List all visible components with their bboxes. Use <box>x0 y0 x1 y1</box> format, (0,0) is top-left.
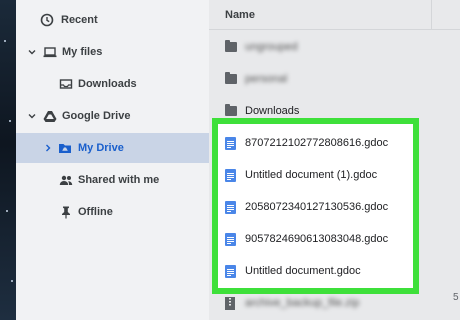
sidebar-item-google-drive[interactable]: Google Drive <box>16 101 209 131</box>
file-row[interactable]: Untitled document.gdoc <box>209 255 460 287</box>
sidebar-item-offline[interactable]: Offline <box>16 197 209 227</box>
chevron-down-icon[interactable] <box>27 111 37 121</box>
file-name: Downloads <box>245 105 300 117</box>
folder-icon <box>225 40 237 53</box>
column-divider[interactable] <box>431 0 432 30</box>
sidebar-item-label: My Drive <box>78 142 124 154</box>
file-row[interactable]: ungrouped <box>209 31 460 63</box>
pin-icon <box>59 205 73 219</box>
desktop-background <box>0 0 16 320</box>
people-icon <box>59 173 73 187</box>
file-size-cell: 5 <box>453 292 459 303</box>
sidebar-item-label: Offline <box>78 206 113 218</box>
chevron-down-icon[interactable] <box>27 47 37 57</box>
google-doc-icon <box>225 265 237 278</box>
file-name: 9057824690613083048.gdoc <box>245 233 389 245</box>
column-header: Name <box>209 0 460 30</box>
file-name: Untitled document (1).gdoc <box>245 169 378 181</box>
sidebar-item-label: Google Drive <box>62 110 131 122</box>
sidebar-item-label: Shared with me <box>78 174 160 186</box>
sidebar-item-recent[interactable]: Recent <box>16 5 209 35</box>
file-name: archive_backup_file.zip <box>245 297 360 309</box>
google-doc-icon <box>225 201 237 214</box>
sidebar-item-my-drive[interactable]: My Drive <box>16 133 209 163</box>
file-row[interactable]: 8707212102772808616.gdoc <box>209 127 460 159</box>
file-row[interactable]: personal <box>209 63 460 95</box>
file-name: 8707212102772808616.gdoc <box>245 137 389 149</box>
google-doc-icon <box>225 169 237 182</box>
sidebar-item-label: Recent <box>61 14 98 26</box>
zip-file-icon <box>225 297 237 310</box>
file-list-pane: Name ungrouped personal Downloads 870721… <box>209 0 460 320</box>
file-name: 2058072340127130536.gdoc <box>245 201 389 213</box>
file-row[interactable]: 2058072340127130536.gdoc <box>209 191 460 223</box>
chevron-right-icon[interactable] <box>43 143 53 153</box>
sidebar-item-label: My files <box>62 46 103 58</box>
name-column-header[interactable]: Name <box>225 9 255 21</box>
file-row[interactable]: Untitled document (1).gdoc <box>209 159 460 191</box>
laptop-icon <box>43 45 57 59</box>
google-doc-icon <box>225 137 237 150</box>
google-doc-icon <box>225 233 237 246</box>
sidebar-item-shared-with-me[interactable]: Shared with me <box>16 165 209 195</box>
sidebar-item-my-files[interactable]: My files <box>16 37 209 67</box>
file-row[interactable]: 9057824690613083048.gdoc <box>209 223 460 255</box>
folder-icon <box>225 72 237 85</box>
file-row[interactable]: archive_backup_file.zip <box>209 287 460 319</box>
download-icon <box>59 77 73 91</box>
sidebar: Recent My files Downloads Google Drive M… <box>16 0 209 320</box>
drive-folder-icon <box>58 141 72 155</box>
sidebar-item-label: Downloads <box>78 78 137 90</box>
folder-icon <box>225 104 237 117</box>
file-name: personal <box>245 73 288 85</box>
clock-icon <box>40 13 54 27</box>
drive-icon <box>43 109 57 123</box>
file-name: ungrouped <box>245 41 298 53</box>
sidebar-item-downloads[interactable]: Downloads <box>16 69 209 99</box>
file-name: Untitled document.gdoc <box>245 265 361 277</box>
